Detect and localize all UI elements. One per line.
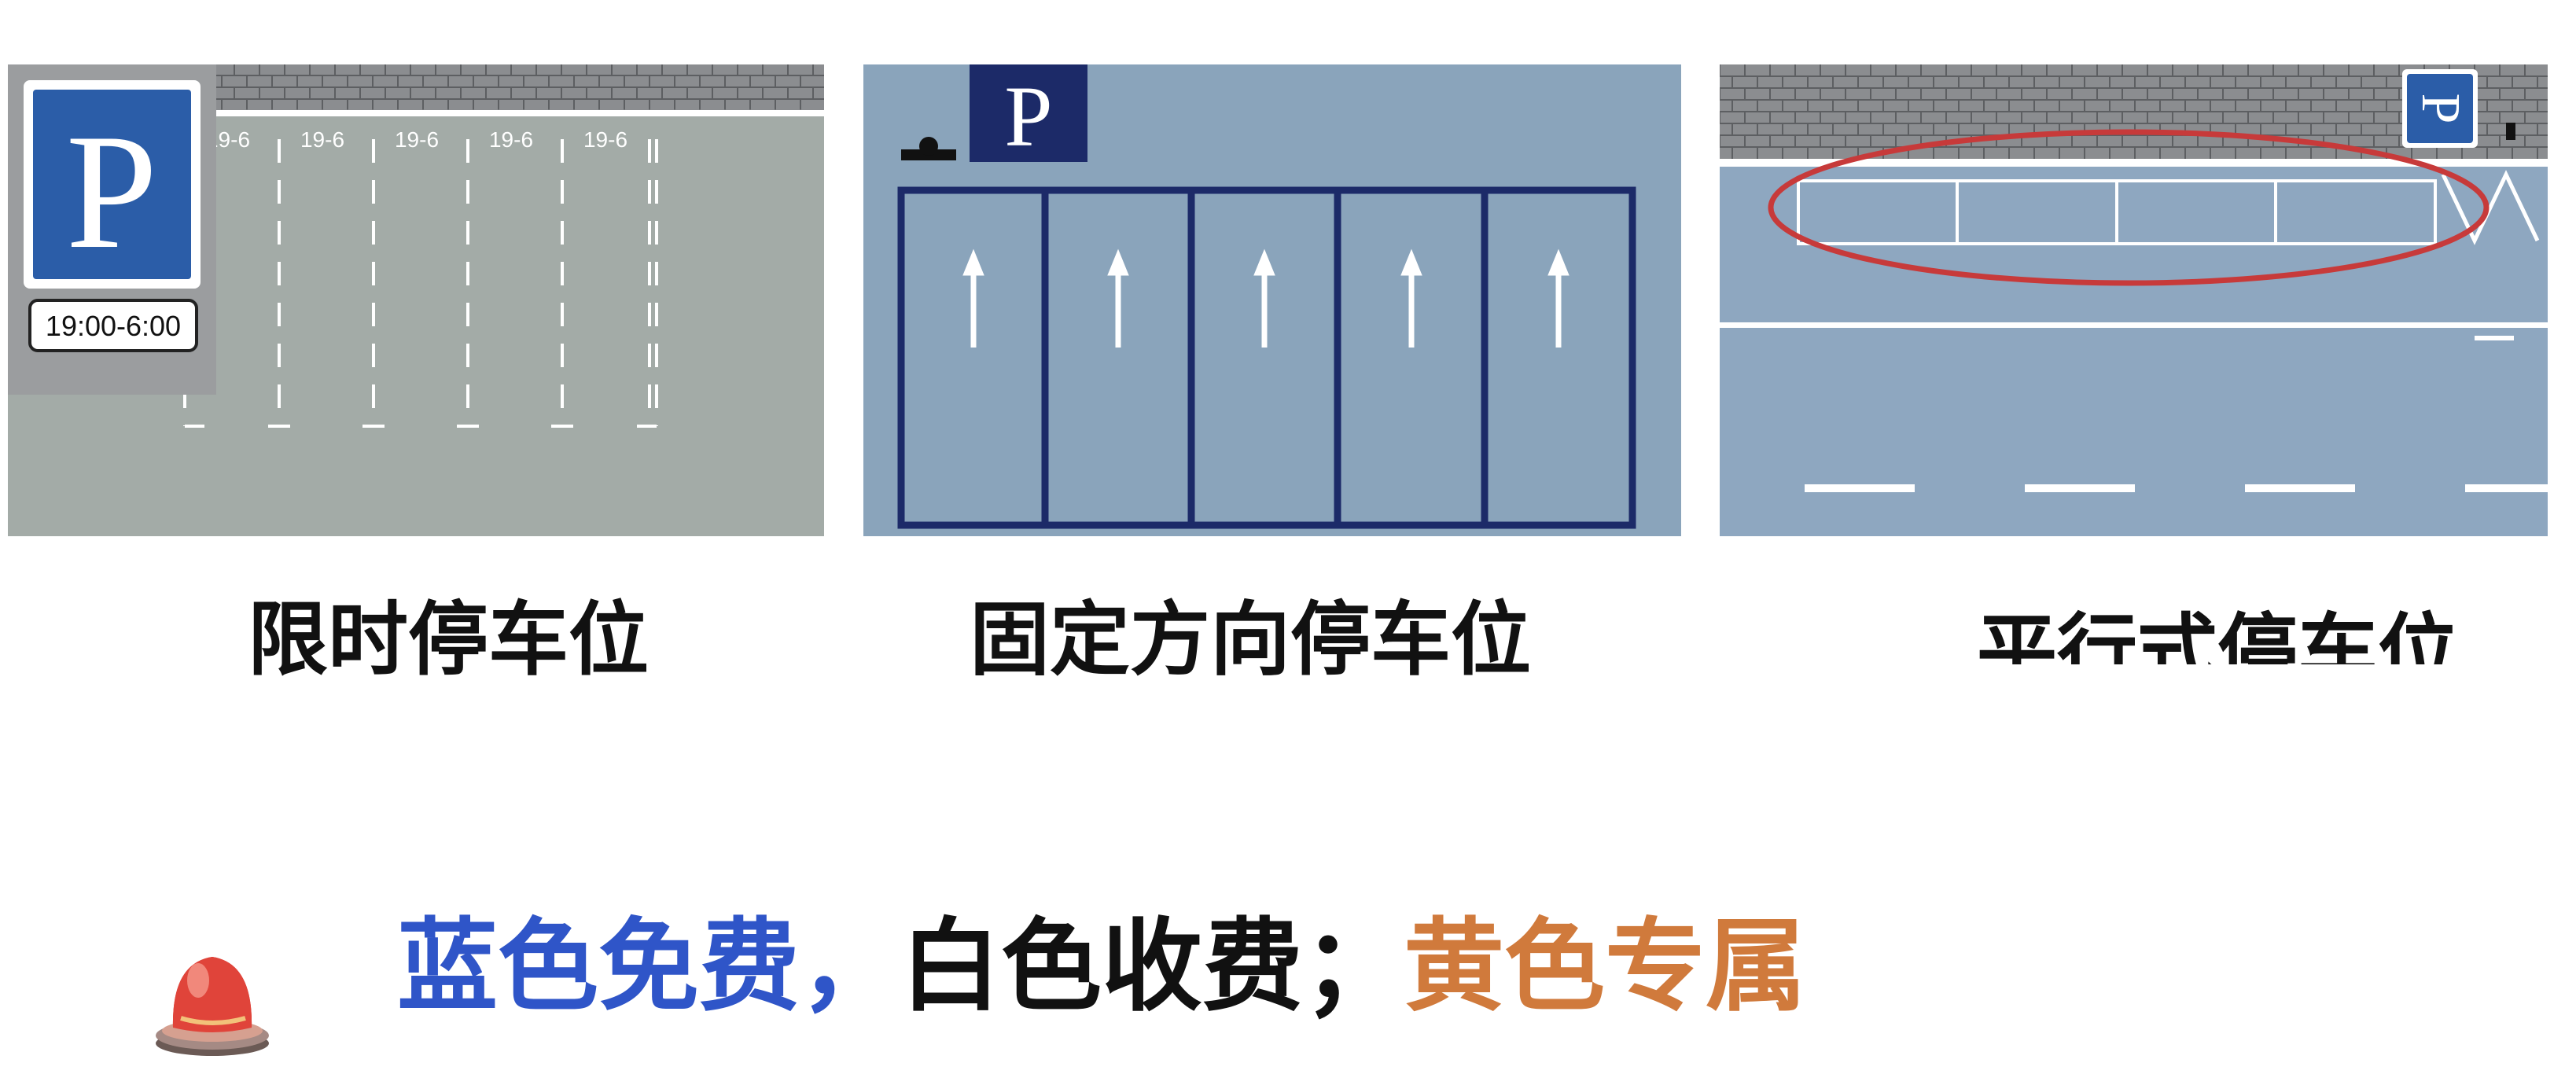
parallel-parking-drawing: P bbox=[1720, 64, 2548, 492]
caption-fixed-direction: 固定方向停车位 bbox=[970, 594, 1531, 687]
slogan-white-paid: 白色收费； bbox=[900, 908, 1404, 1025]
space-time-mark: 19-6 bbox=[300, 127, 344, 152]
parking-sign-letter: P bbox=[66, 101, 158, 283]
direction-arrow-head bbox=[1547, 248, 1570, 276]
parallel-parking-illustration: P bbox=[1720, 64, 2548, 536]
space-time-mark: 19-6 bbox=[395, 127, 439, 152]
space-time-mark: 19-6 bbox=[489, 127, 533, 152]
caption-time-limited: 限时停车位 bbox=[248, 594, 649, 687]
zigzag-marking bbox=[2441, 170, 2540, 245]
fixed-direction-parking-drawing: P bbox=[897, 64, 1636, 529]
direction-arrow-head bbox=[1107, 248, 1129, 276]
lane-dashes bbox=[1805, 484, 2548, 492]
space-time-mark: 19-6 bbox=[583, 127, 627, 152]
color-rule-slogan: 蓝色免费，白色收费；黄色专属 bbox=[397, 908, 1806, 1026]
direction-arrow-head bbox=[962, 248, 984, 276]
time-plate-text: 19:00-6:00 bbox=[46, 310, 181, 342]
slogan-yellow-reserved: 黄色专属 bbox=[1404, 908, 1807, 1025]
parking-bays bbox=[897, 186, 1636, 529]
caption-parallel: 平行式停车位 bbox=[1977, 609, 2458, 664]
direction-arrow-head bbox=[1253, 248, 1275, 276]
time-limited-parking-illustration: 19-6 19-6 19-6 19-6 19-6 P 19:00-6:00 bbox=[8, 64, 824, 536]
parking-sign-letter: P bbox=[1004, 68, 1052, 164]
time-limited-parking-drawing: 19-6 19-6 19-6 19-6 19-6 P 19:00-6:00 bbox=[8, 64, 824, 428]
red-siren-light-icon bbox=[156, 957, 269, 1056]
direction-arrow-head bbox=[1400, 248, 1422, 276]
parking-sign-letter: P bbox=[2410, 94, 2471, 124]
fixed-direction-parking-illustration: P bbox=[863, 64, 1681, 536]
slogan-blue-free: 蓝色免费， bbox=[397, 908, 901, 1025]
